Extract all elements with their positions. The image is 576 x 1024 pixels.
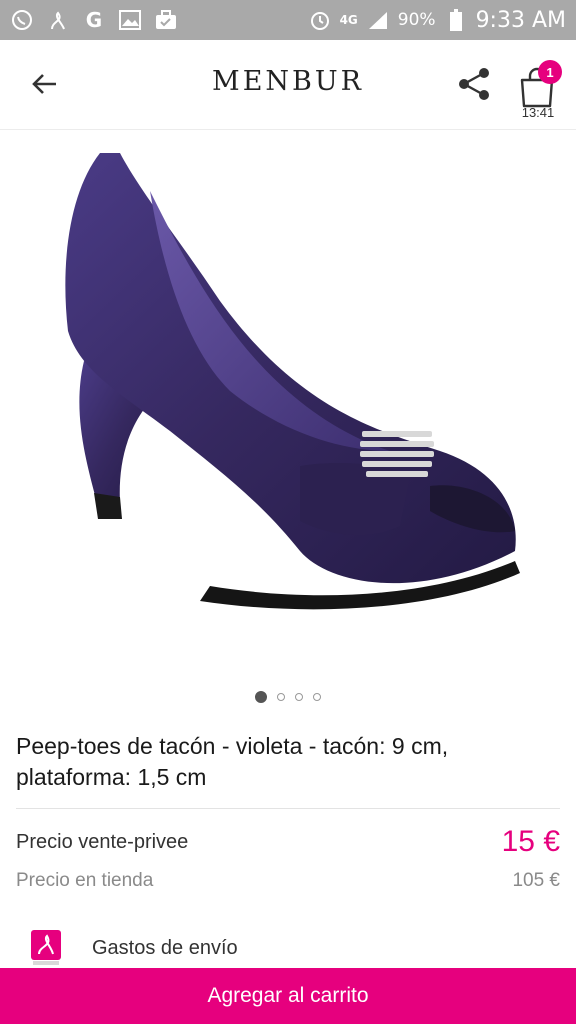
network-type: 4G — [339, 13, 358, 27]
pager-dot[interactable] — [255, 691, 267, 703]
product-title: Peep-toes de tacón - violeta - tacón: 9 … — [16, 733, 449, 790]
shipping-row[interactable]: Gastos de envío — [28, 926, 548, 970]
battery-level: 90% — [397, 10, 436, 30]
battery-icon — [444, 8, 468, 32]
google-icon: G — [85, 8, 103, 32]
divider — [16, 808, 560, 809]
back-button[interactable] — [26, 64, 62, 104]
pager-dot[interactable] — [313, 693, 321, 701]
store-price-row: Precio en tienda 105 € — [16, 866, 560, 896]
store-price-label: Precio en tienda — [16, 870, 154, 891]
whatsapp-icon — [10, 8, 34, 32]
store-price-value: 105 € — [512, 870, 560, 891]
signal-icon — [366, 8, 390, 32]
shipping-label: Gastos de envío — [92, 936, 238, 959]
violet-shoe-image — [65, 153, 520, 610]
arrow-left-icon — [32, 74, 56, 94]
pager-dot[interactable] — [277, 693, 285, 701]
app-bar: MENBUR 1 13:41 — [0, 40, 576, 130]
notification-icons: G — [10, 8, 178, 32]
sale-price-label: Precio vente-privee — [16, 830, 189, 853]
sale-price-value: 15 € — [501, 825, 560, 858]
gallery-icon — [118, 8, 142, 32]
cart-count-badge: 1 — [538, 60, 562, 84]
clock: 9:33 AM — [475, 7, 566, 33]
status-bar: G 4G 90% 9:33 AM — [0, 0, 576, 40]
pager-dot[interactable] — [295, 693, 303, 701]
alarm-icon — [308, 8, 332, 32]
image-pager[interactable] — [0, 690, 576, 704]
add-to-cart-button[interactable]: Agregar al carrito — [0, 968, 576, 1024]
sale-price-row: Precio vente-privee 15 € — [16, 822, 560, 862]
product-image[interactable] — [0, 131, 576, 683]
briefcase-icon — [154, 8, 178, 32]
share-icon — [459, 68, 489, 100]
cart-timer: 13:41 — [521, 105, 555, 120]
share-button[interactable] — [452, 64, 496, 104]
delivery-box-icon — [28, 928, 64, 968]
vente-privee-icon — [46, 8, 70, 32]
cart-button[interactable]: 1 13:41 — [512, 56, 564, 122]
